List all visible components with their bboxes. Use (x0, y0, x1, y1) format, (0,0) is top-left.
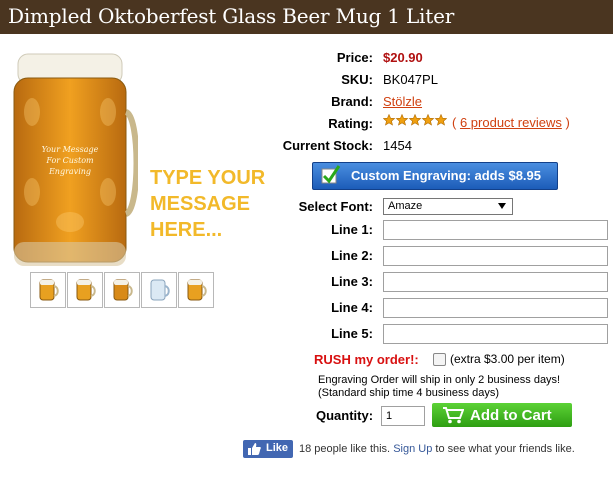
page-title: Dimpled Oktoberfest Glass Beer Mug 1 Lit… (8, 4, 455, 28)
star-icon (408, 114, 422, 126)
quantity-value: 1 (386, 410, 393, 422)
ship-note-2: (Standard ship time 4 business days) (318, 387, 499, 399)
stock-label: Current Stock: (282, 138, 373, 153)
line-1-label: Line 1: (331, 222, 373, 237)
brand-link[interactable]: Stölzle (383, 94, 422, 109)
thumbnail-2[interactable] (67, 272, 103, 308)
sign-up-link[interactable]: Sign Up (393, 443, 432, 455)
title-bar: Dimpled Oktoberfest Glass Beer Mug 1 Lit… (0, 0, 613, 34)
line-2-label: Line 2: (331, 248, 373, 263)
line-5-label: Line 5: (331, 326, 373, 341)
quantity-input[interactable]: 1 (381, 406, 425, 426)
price-value: $20.90 (383, 50, 423, 65)
engraving-line-1: Your Message (42, 145, 99, 154)
line-4-input[interactable] (383, 298, 608, 318)
custom-engraving-button[interactable]: Custom Engraving: adds $8.95 (312, 162, 558, 190)
sku-label: SKU: (341, 72, 373, 87)
thumbnail-3[interactable] (104, 272, 140, 308)
rush-extra-cost: (extra $3.00 per item) (450, 352, 565, 366)
custom-engraving-label: Custom Engraving: adds $8.95 (351, 168, 541, 183)
sku-value: BK047PL (383, 72, 438, 87)
rush-label: RUSH my order!: (314, 352, 419, 367)
engraving-line-3: Engraving (48, 167, 91, 176)
add-to-cart-button[interactable]: Add to Cart (432, 403, 572, 427)
promo-line-1: TYPE YOUR (150, 167, 266, 189)
thumbs-up-icon (248, 443, 261, 455)
like-suffix-text: to see what your friends like. (435, 443, 575, 455)
reviews: ( 6 product reviews ) (452, 115, 570, 130)
product-image[interactable]: Your Message For Custom Engraving (8, 42, 138, 268)
line-5-input[interactable] (383, 324, 608, 344)
ship-note-1: Engraving Order will ship in only 2 busi… (318, 374, 561, 386)
thumbnail-5[interactable] (178, 272, 214, 308)
rating-stars (383, 114, 447, 126)
chevron-down-icon (498, 203, 506, 209)
star-icon (395, 114, 409, 126)
star-icon (421, 114, 435, 126)
reviews-open: ( (452, 115, 457, 130)
font-select-value: Amaze (388, 200, 423, 212)
thumbnail-4[interactable] (141, 272, 177, 308)
star-icon (383, 114, 396, 126)
reviews-link[interactable]: 6 product reviews (460, 115, 562, 130)
rating-label: Rating: (328, 116, 373, 131)
font-label: Select Font: (298, 199, 373, 214)
reviews-close: ) (565, 115, 570, 130)
thumbnail-1[interactable] (30, 272, 66, 308)
cart-icon (443, 407, 464, 424)
stock-value: 1454 (383, 138, 412, 153)
like-count-text: 18 people like this. (299, 443, 391, 455)
line-4-label: Line 4: (331, 300, 373, 315)
quantity-label: Quantity: (316, 408, 374, 423)
rush-checkbox[interactable] (433, 353, 446, 366)
font-select[interactable]: Amaze (383, 198, 513, 215)
line-1-input[interactable] (383, 220, 608, 240)
star-icon (434, 114, 447, 126)
promo-line-3: HERE... (150, 219, 223, 241)
facebook-like-text: 18 people like this. Sign Up to see what… (299, 443, 575, 455)
price-label: Price: (336, 50, 373, 65)
facebook-like-button[interactable]: Like (243, 440, 293, 458)
line-2-input[interactable] (383, 246, 608, 266)
line-3-input[interactable] (383, 272, 608, 292)
engraving-line-2: For Custom (45, 156, 94, 165)
checkmark-icon (321, 165, 341, 184)
like-label: Like (266, 442, 289, 454)
line-3-label: Line 3: (331, 274, 373, 289)
brand-label: Brand: (331, 94, 373, 109)
engraving-promo: TYPE YOUR MESSAGE HERE... (150, 165, 290, 243)
promo-line-2: MESSAGE (150, 193, 251, 215)
add-to-cart-label: Add to Cart (470, 407, 552, 424)
